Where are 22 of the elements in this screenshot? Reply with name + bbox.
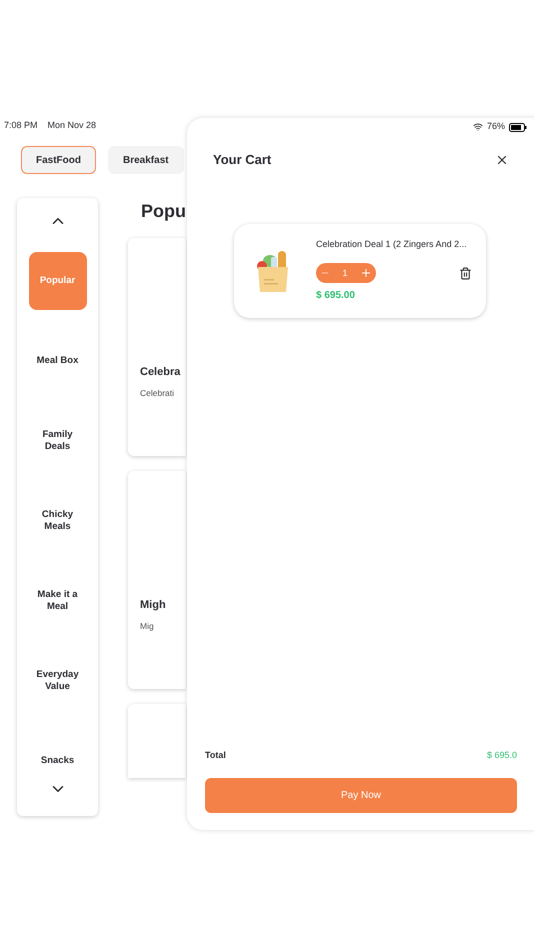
total-value: $ 695.0: [486, 748, 517, 762]
product-card[interactable]: Migh Mig: [128, 471, 186, 689]
battery-icon: [509, 122, 527, 132]
total-label: Total: [205, 748, 226, 762]
wifi-icon: [472, 122, 483, 132]
quantity-value: 1: [342, 266, 348, 280]
product-title: Celebra: [140, 365, 180, 380]
delete-icon[interactable]: [459, 266, 472, 280]
cart-item-price: $ 695.00: [316, 289, 356, 304]
category-tab[interactable]: Breakfast: [108, 146, 184, 174]
cart-item-name: Celebration Deal 1 (2 Zingers And 2...: [316, 238, 468, 251]
product-subtitle: Mig: [140, 620, 154, 632]
product-title: Migh: [140, 598, 166, 613]
product-card[interactable]: Celebra Celebrati: [128, 238, 186, 456]
category-tab[interactable]: FastFood: [21, 146, 96, 174]
product-subtitle: Celebrati: [140, 386, 174, 400]
status-battery: 76%: [486, 120, 505, 134]
section-heading: Popu: [141, 200, 185, 223]
status-date: Mon Nov 28: [48, 119, 96, 132]
cart-title: Your Cart: [213, 151, 272, 169]
plus-icon[interactable]: [360, 267, 372, 280]
status-time: 7:08 PM: [4, 119, 38, 132]
